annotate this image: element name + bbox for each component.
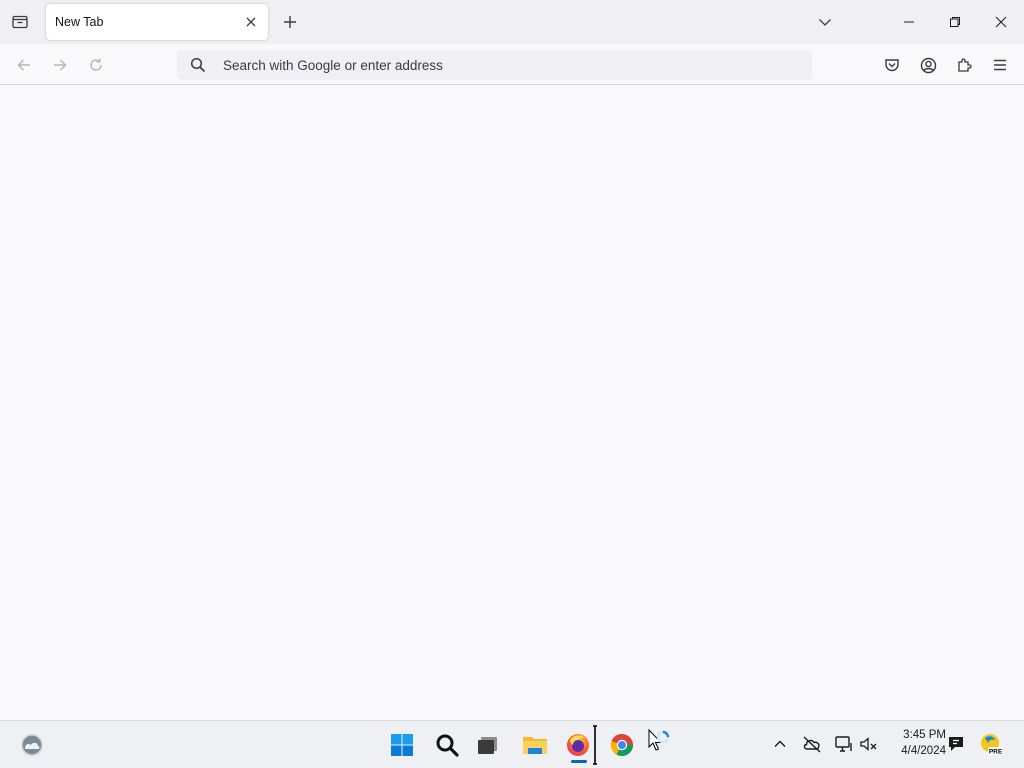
- minimize-button[interactable]: [886, 0, 932, 44]
- tab-new-tab[interactable]: New Tab: [46, 4, 268, 40]
- address-input[interactable]: [221, 53, 801, 77]
- close-icon: [995, 16, 1007, 28]
- new-tab-button[interactable]: [279, 11, 301, 33]
- busy-cursor-icon: [648, 728, 670, 751]
- chrome-icon: [610, 733, 633, 756]
- clock-time: 3:45 PM: [903, 729, 946, 741]
- onedrive-tray-icon[interactable]: [799, 728, 825, 760]
- tab-close-button[interactable]: [242, 13, 260, 31]
- preview-badge-label: PRE: [989, 749, 1003, 756]
- volume-tray-icon[interactable]: [856, 728, 882, 760]
- hamburger-menu-icon: [994, 59, 1006, 71]
- pocket-button[interactable]: [879, 52, 905, 78]
- minimize-icon: [904, 21, 914, 23]
- taskbar-clock[interactable]: 3:45 PM 4/4/2024: [884, 727, 946, 759]
- firefox-icon: [567, 734, 589, 756]
- tab-title: New Tab: [55, 15, 104, 29]
- tab-strip: New Tab: [0, 0, 1024, 44]
- notifications-tray-icon[interactable]: [943, 728, 969, 760]
- url-bar[interactable]: [177, 50, 812, 80]
- preview-build-tray-icon[interactable]: PRE: [978, 728, 1004, 760]
- forward-button[interactable]: [47, 52, 73, 78]
- start-button[interactable]: [386, 729, 418, 761]
- taskbar-search-button[interactable]: [431, 729, 463, 761]
- arrow-left-icon: [17, 59, 30, 71]
- reload-button[interactable]: [83, 52, 109, 78]
- firefox-view-button[interactable]: [7, 9, 33, 35]
- weather-icon: [21, 734, 43, 756]
- close-window-button[interactable]: [978, 0, 1024, 44]
- firefox-taskbar-button[interactable]: [562, 729, 594, 761]
- task-view-icon: [478, 737, 497, 754]
- close-icon: [246, 17, 256, 27]
- app-menu-button[interactable]: [987, 52, 1013, 78]
- page-content: [0, 85, 1024, 720]
- network-tray-icon[interactable]: [831, 728, 857, 760]
- preview-badge-icon: PRE: [981, 734, 1003, 756]
- chrome-taskbar-button[interactable]: [606, 729, 638, 761]
- folder-icon: [523, 737, 547, 754]
- navigation-toolbar: [0, 44, 1024, 85]
- active-app-indicator: [571, 760, 587, 763]
- restore-button[interactable]: [932, 0, 978, 44]
- account-button[interactable]: [915, 52, 941, 78]
- pocket-icon: [885, 59, 899, 72]
- arrow-right-icon: [54, 59, 67, 71]
- list-all-tabs-button[interactable]: [814, 11, 836, 33]
- restore-icon: [950, 17, 960, 27]
- plus-icon: [284, 16, 296, 28]
- account-icon: [920, 57, 936, 73]
- display-network-icon: [835, 736, 852, 752]
- chevron-up-icon: [774, 740, 786, 747]
- extensions-button[interactable]: [951, 52, 977, 78]
- show-hidden-icons-button[interactable]: [767, 728, 793, 760]
- weather-widget[interactable]: [16, 729, 48, 761]
- text-cursor-icon: [593, 725, 597, 765]
- clock-date: 4/4/2024: [901, 745, 946, 757]
- file-explorer-button[interactable]: [519, 729, 551, 761]
- speaker-muted-icon: [860, 737, 877, 751]
- search-icon: [436, 734, 459, 757]
- chevron-down-icon: [819, 19, 831, 26]
- cloud-off-icon: [803, 736, 821, 753]
- reload-icon: [90, 58, 102, 71]
- task-view-button[interactable]: [472, 729, 504, 761]
- chat-bubble-icon: [949, 737, 963, 751]
- tab-list-icon: [12, 15, 28, 29]
- search-icon: [189, 56, 207, 74]
- windows-logo-icon: [391, 734, 413, 756]
- back-button[interactable]: [11, 52, 37, 78]
- puzzle-icon: [958, 58, 972, 72]
